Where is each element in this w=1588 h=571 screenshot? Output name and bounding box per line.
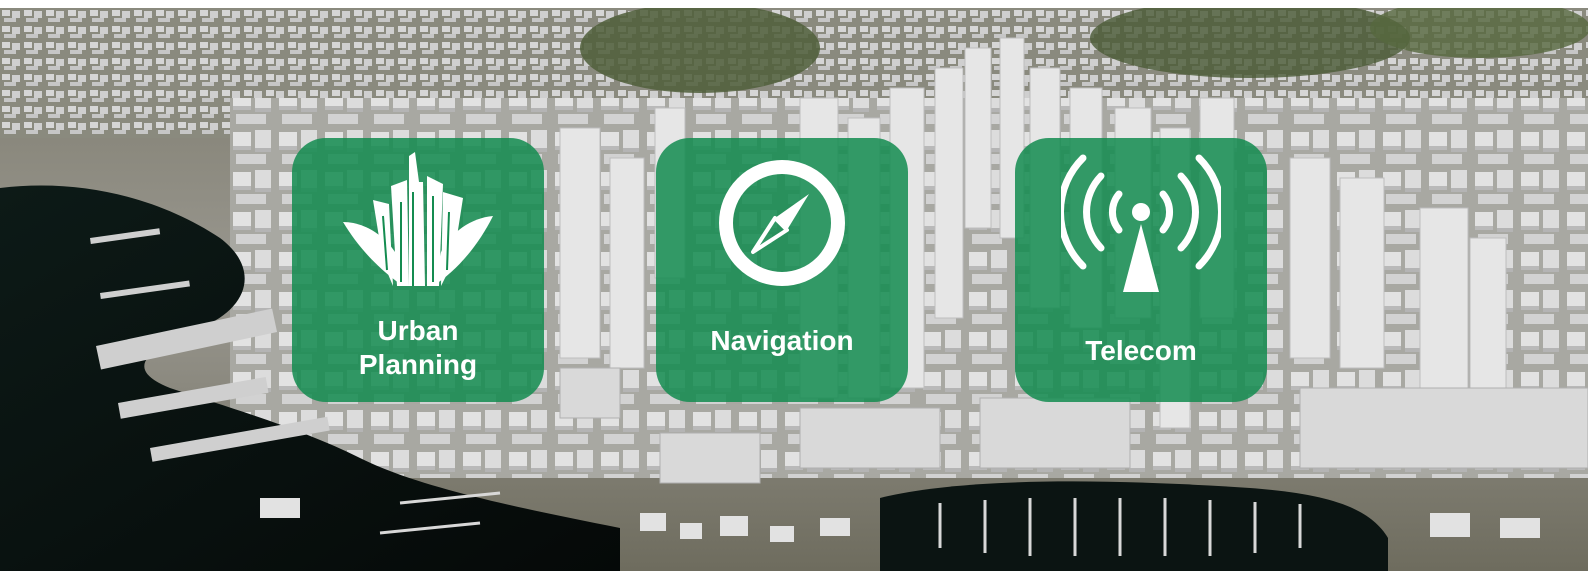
antenna-signal-icon: [1061, 154, 1221, 292]
city-3d-background: Urban Planning Navigation Telecom: [0, 8, 1588, 571]
navigation-tile[interactable]: Navigation: [656, 138, 908, 402]
telecom-label: Telecom: [1085, 335, 1197, 366]
compass-icon: [719, 160, 845, 286]
urban-planning-label: Urban Planning: [358, 315, 478, 380]
city-buildings-icon: [343, 152, 493, 286]
telecom-tile[interactable]: Telecom: [1015, 138, 1267, 402]
urban-planning-tile[interactable]: Urban Planning: [292, 138, 544, 402]
navigation-label: Navigation: [710, 325, 854, 356]
